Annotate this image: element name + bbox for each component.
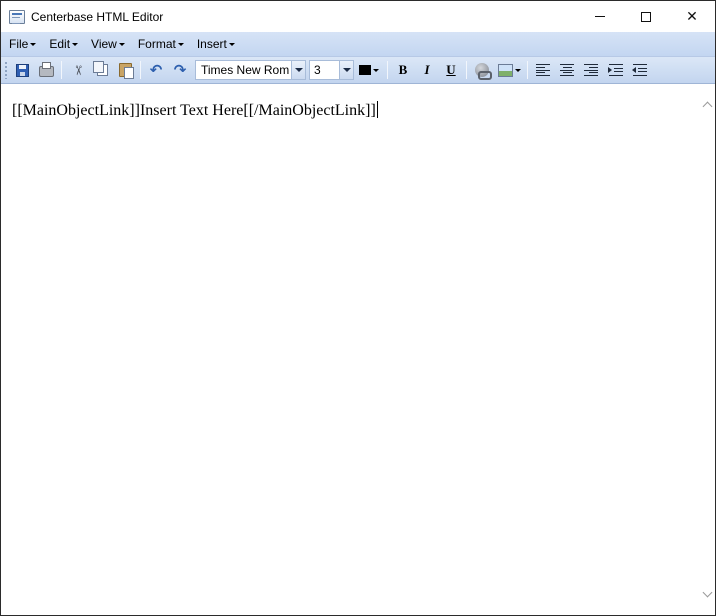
chevron-down-icon xyxy=(228,43,235,46)
outdent-icon xyxy=(631,64,647,76)
editor-text[interactable]: [[MainObjectLink]]Insert Text Here[[/Mai… xyxy=(12,101,378,120)
window-title: Centerbase HTML Editor xyxy=(31,9,164,24)
copy-button[interactable] xyxy=(90,59,112,81)
window-controls: ✕ xyxy=(577,1,715,32)
scroll-up-button[interactable] xyxy=(699,96,715,113)
title-bar: Centerbase HTML Editor ✕ xyxy=(1,1,715,32)
menu-edit-label: Edit xyxy=(49,37,71,51)
image-icon xyxy=(497,63,513,77)
hyperlink-icon xyxy=(475,63,492,80)
scroll-down-button[interactable] xyxy=(699,586,715,603)
font-size-select[interactable]: 3 xyxy=(309,60,354,80)
insert-image-button[interactable] xyxy=(495,59,523,81)
font-color-button[interactable] xyxy=(355,59,383,81)
align-right-icon xyxy=(584,64,598,76)
hyperlink-button[interactable] xyxy=(471,59,493,81)
editor-text-content: [[MainObjectLink]]Insert Text Here[[/Mai… xyxy=(12,102,376,119)
menu-edit[interactable]: Edit xyxy=(44,33,83,55)
indent-button[interactable] xyxy=(604,59,626,81)
chevron-down-icon xyxy=(514,68,521,72)
undo-button[interactable]: ↶ xyxy=(145,59,167,81)
chevron-down-icon xyxy=(702,587,712,598)
bold-icon: B xyxy=(398,62,408,77)
redo-button[interactable]: ↷ xyxy=(169,59,191,81)
maximize-icon xyxy=(641,11,651,22)
app-icon xyxy=(9,9,25,24)
font-size-value: 3 xyxy=(314,63,321,77)
chevron-down-icon xyxy=(118,43,125,46)
copy-icon xyxy=(93,61,108,76)
save-icon xyxy=(15,63,29,77)
font-name-select[interactable]: Times New Rom xyxy=(195,60,306,80)
editor-window: Centerbase HTML Editor ✕ File Edit View … xyxy=(0,0,716,616)
italic-button[interactable]: I xyxy=(416,59,438,81)
align-right-button[interactable] xyxy=(580,59,602,81)
align-left-icon xyxy=(536,64,550,76)
toolbar-separator xyxy=(61,61,62,79)
chevron-down-icon xyxy=(177,43,184,46)
chevron-down-icon xyxy=(72,43,79,46)
text-caret xyxy=(376,101,378,118)
align-left-button[interactable] xyxy=(532,59,554,81)
bold-button[interactable]: B xyxy=(392,59,414,81)
minimize-icon xyxy=(595,16,605,17)
toolbar-grip[interactable] xyxy=(4,61,8,79)
maximize-button[interactable] xyxy=(623,1,669,32)
align-center-icon xyxy=(560,64,574,76)
formatting-toolbar: ✂ ↶ ↷ Times New Rom 3 B I U xyxy=(1,57,715,84)
print-button[interactable] xyxy=(35,59,57,81)
menu-format-label: Format xyxy=(137,37,176,51)
menu-view-label: View xyxy=(91,37,117,51)
menu-view[interactable]: View xyxy=(86,33,130,55)
toolbar-separator xyxy=(387,61,388,79)
chevron-down-icon xyxy=(30,43,37,46)
vertical-scrollbar[interactable] xyxy=(699,85,715,615)
paste-icon xyxy=(118,63,134,79)
menu-insert[interactable]: Insert xyxy=(192,33,240,55)
menu-bar: File Edit View Format Insert xyxy=(1,32,715,57)
minimize-button[interactable] xyxy=(577,1,623,32)
font-color-icon xyxy=(359,65,371,75)
font-size-dropdown-icon[interactable] xyxy=(339,61,353,79)
menu-file[interactable]: File xyxy=(4,33,41,55)
save-button[interactable] xyxy=(11,59,33,81)
paste-button[interactable] xyxy=(114,59,136,81)
outdent-button[interactable] xyxy=(628,59,650,81)
cut-button[interactable]: ✂ xyxy=(66,59,88,81)
chevron-down-icon xyxy=(373,68,379,72)
close-button[interactable]: ✕ xyxy=(669,1,715,32)
align-center-button[interactable] xyxy=(556,59,578,81)
menu-file-label: File xyxy=(9,37,29,51)
print-icon xyxy=(38,62,54,77)
toolbar-separator xyxy=(140,61,141,79)
cut-icon: ✂ xyxy=(69,64,85,76)
underline-icon: U xyxy=(446,62,456,77)
menu-insert-label: Insert xyxy=(196,37,227,51)
chevron-up-icon xyxy=(702,101,712,112)
undo-icon: ↶ xyxy=(149,61,163,79)
italic-icon: I xyxy=(424,62,430,77)
toolbar-separator xyxy=(466,61,467,79)
editor-content-area[interactable]: [[MainObjectLink]]Insert Text Here[[/Mai… xyxy=(1,85,699,615)
redo-icon: ↷ xyxy=(173,61,187,79)
font-name-value: Times New Rom xyxy=(201,63,290,77)
underline-button[interactable]: U xyxy=(440,59,462,81)
menu-format[interactable]: Format xyxy=(133,33,189,55)
toolbar-separator xyxy=(527,61,528,79)
font-name-dropdown-icon[interactable] xyxy=(291,61,305,79)
indent-icon xyxy=(607,64,623,76)
close-icon: ✕ xyxy=(686,8,698,25)
